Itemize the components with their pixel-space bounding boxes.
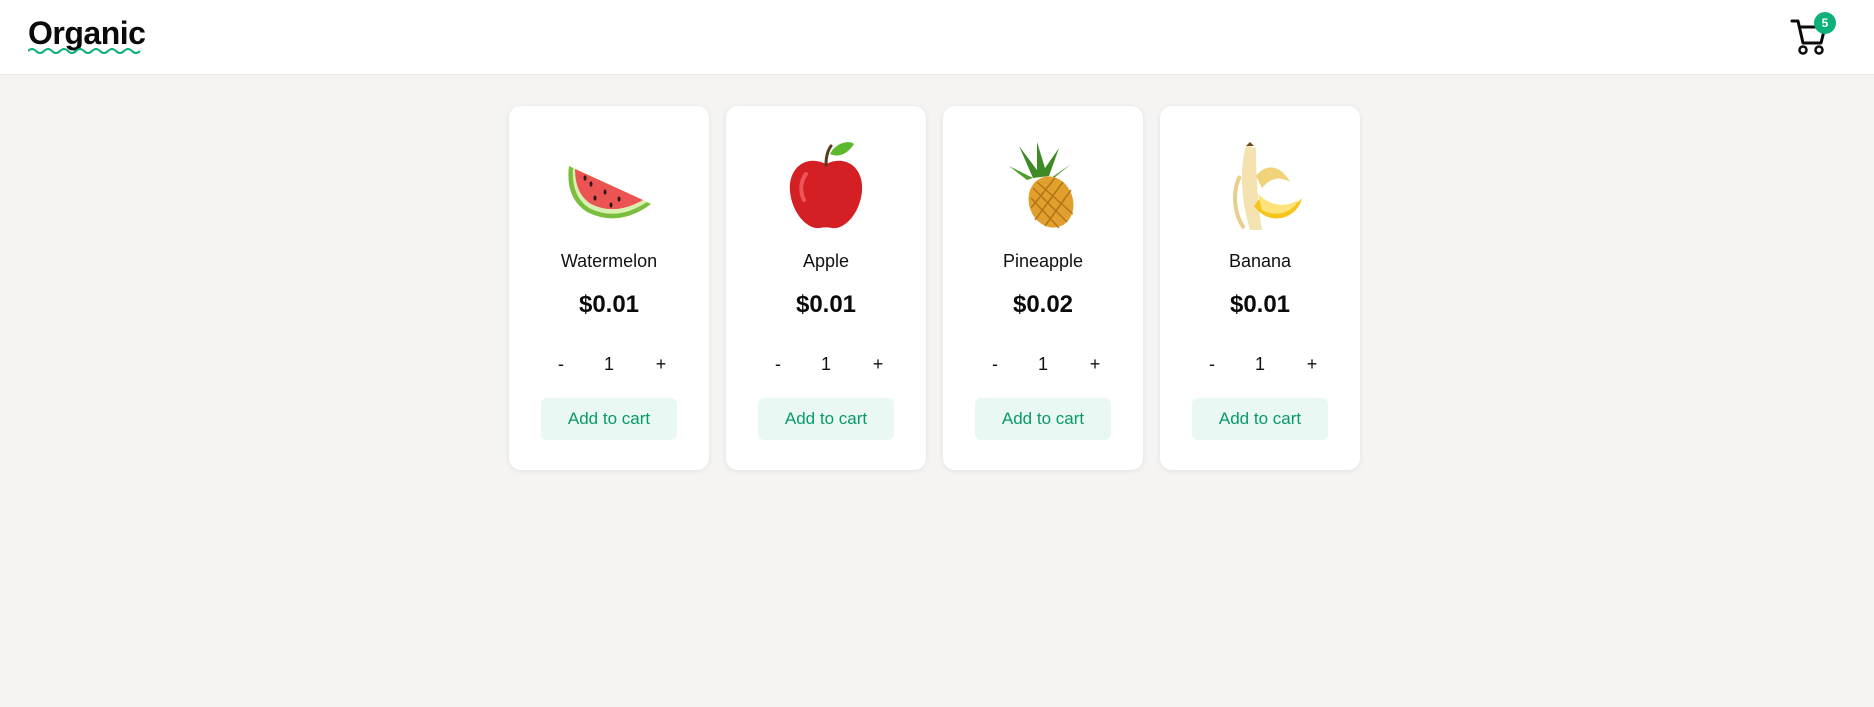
increase-quantity-button[interactable]: + [649,352,673,376]
quantity-stepper: - 1 + [1160,352,1360,376]
apple-icon [789,142,863,229]
logo-underline [28,48,141,54]
product-name: Apple [802,251,850,271]
banana-icon [1233,142,1302,230]
product-name: Watermelon [560,251,658,271]
product-grid: Watermelon $0.01 - 1 + Add to cart Apple… [509,106,1360,470]
pineapple-icon [1009,142,1074,229]
quantity-stepper: - 1 + [943,352,1143,376]
quantity-value: 1 [820,354,831,374]
cart-button[interactable]: 5 [1790,12,1838,56]
product-card-apple: Apple $0.01 - 1 + Add to cart [726,106,926,470]
quantity-value: 1 [603,354,614,374]
cart-count-badge: 5 [1814,12,1836,34]
product-price: $0.01 [578,291,640,318]
increase-quantity-button[interactable]: + [1300,352,1324,376]
product-price: $0.01 [1229,291,1291,318]
add-to-cart-button[interactable]: Add to cart [1192,398,1328,440]
quantity-value: 1 [1037,354,1048,374]
quantity-stepper: - 1 + [726,352,926,376]
add-to-cart-button[interactable]: Add to cart [541,398,677,440]
increase-quantity-button[interactable]: + [866,352,890,376]
quantity-value: 1 [1254,354,1265,374]
add-to-cart-button[interactable]: Add to cart [975,398,1111,440]
product-price: $0.02 [1012,291,1074,318]
product-name: Pineapple [1002,251,1084,271]
product-card-pineapple: Pineapple $0.02 - 1 + Add to cart [943,106,1143,470]
product-card-banana: Banana $0.01 - 1 + Add to cart [1160,106,1360,470]
quantity-stepper: - 1 + [509,352,709,376]
product-card-watermelon: Watermelon $0.01 - 1 + Add to cart [509,106,709,470]
increase-quantity-button[interactable]: + [1083,352,1107,376]
watermelon-icon [568,166,651,219]
add-to-cart-button[interactable]: Add to cart [758,398,894,440]
product-price: $0.01 [795,291,857,318]
header: Organic 5 [0,0,1874,74]
product-name: Banana [1228,251,1292,271]
